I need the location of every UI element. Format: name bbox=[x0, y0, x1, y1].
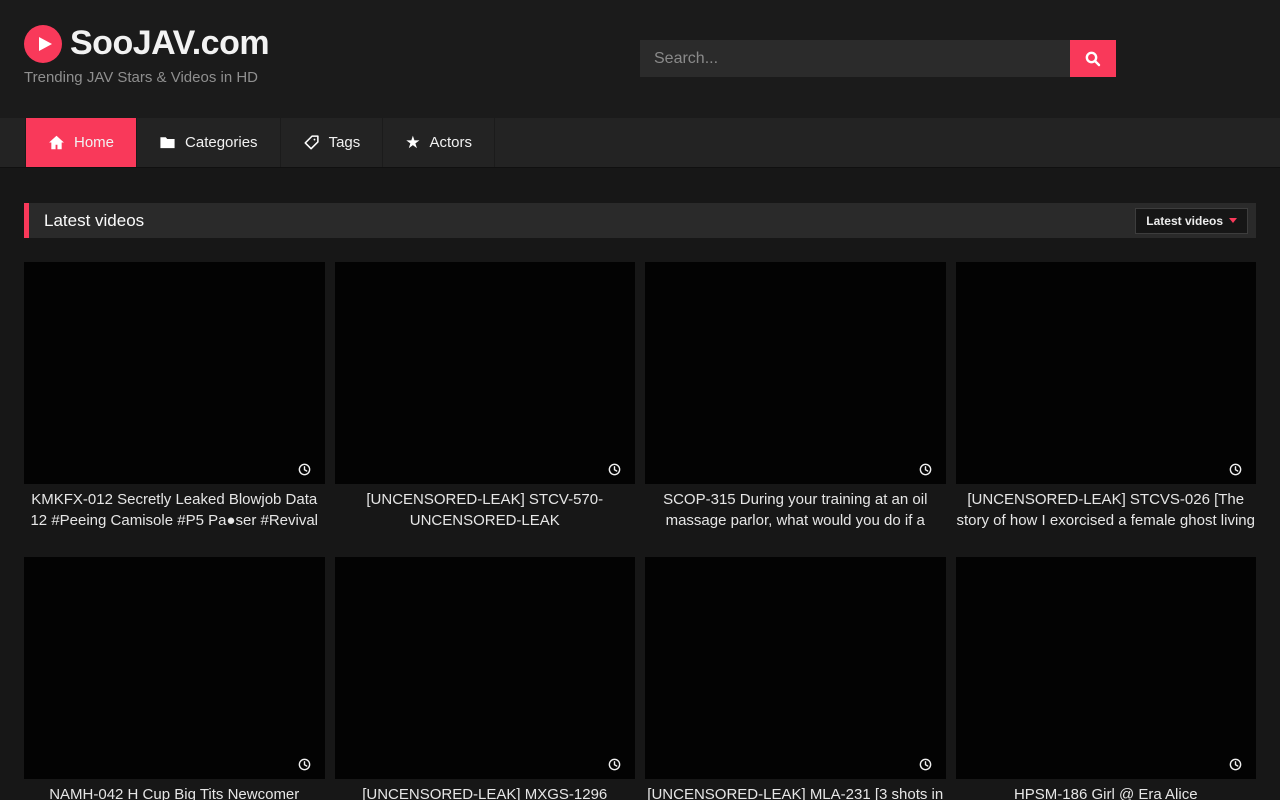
video-card[interactable]: [UNCENSORED-LEAK] MXGS-1296 Absolutely bbox=[335, 557, 636, 800]
video-title[interactable]: NAMH-042 H Cup Big Tits Newcomer (170cm … bbox=[24, 779, 325, 800]
clock-icon bbox=[1229, 463, 1242, 476]
nav-item-label: Categories bbox=[185, 134, 258, 151]
video-title[interactable]: SCOP-315 During your training at an oil … bbox=[645, 484, 946, 531]
search-icon bbox=[1084, 50, 1102, 68]
video-thumbnail[interactable] bbox=[24, 262, 325, 484]
tag-icon bbox=[303, 134, 320, 151]
video-grid: KMKFX-012 Secretly Leaked Blowjob Data 1… bbox=[0, 262, 1280, 800]
video-card[interactable]: KMKFX-012 Secretly Leaked Blowjob Data 1… bbox=[24, 262, 325, 531]
video-card[interactable]: [UNCENSORED-LEAK] STCV-570-UNCENSORED-LE… bbox=[335, 262, 636, 531]
clock-icon bbox=[608, 758, 621, 771]
nav-item-actors[interactable]: ★ Actors bbox=[383, 118, 495, 167]
folder-icon bbox=[159, 134, 176, 151]
nav-item-label: Home bbox=[74, 134, 114, 151]
video-card[interactable]: SCOP-315 During your training at an oil … bbox=[645, 262, 946, 531]
video-title[interactable]: [UNCENSORED-LEAK] STCVS-026 [The story o… bbox=[956, 484, 1257, 531]
video-thumbnail[interactable] bbox=[956, 557, 1257, 779]
video-thumbnail[interactable] bbox=[645, 262, 946, 484]
caret-down-icon bbox=[1229, 218, 1237, 223]
clock-icon bbox=[298, 463, 311, 476]
video-title[interactable]: [UNCENSORED-LEAK] MXGS-1296 Absolutely bbox=[335, 779, 636, 800]
nav-item-home[interactable]: Home bbox=[25, 118, 137, 167]
video-title[interactable]: HPSM-186 Girl @ Era Alice bbox=[956, 779, 1257, 800]
video-thumbnail[interactable] bbox=[956, 262, 1257, 484]
clock-icon bbox=[919, 463, 932, 476]
home-icon bbox=[48, 134, 65, 151]
search-button[interactable] bbox=[1070, 40, 1116, 77]
video-card[interactable]: HPSM-186 Girl @ Era Alice bbox=[956, 557, 1257, 800]
sort-dropdown[interactable]: Latest videos bbox=[1135, 208, 1248, 234]
section-title: Latest videos bbox=[44, 211, 144, 231]
video-thumbnail[interactable] bbox=[335, 557, 636, 779]
site-header: SooJAV.com Trending JAV Stars & Videos i… bbox=[0, 0, 1280, 118]
video-thumbnail[interactable] bbox=[645, 557, 946, 779]
brand-block: SooJAV.com Trending JAV Stars & Videos i… bbox=[24, 24, 269, 86]
video-title[interactable]: [UNCENSORED-LEAK] MLA-231 [3 shots in bbox=[645, 779, 946, 800]
site-logo-text: SooJAV.com bbox=[70, 24, 269, 63]
video-thumbnail[interactable] bbox=[24, 557, 325, 779]
search-form bbox=[640, 40, 1116, 77]
video-title[interactable]: KMKFX-012 Secretly Leaked Blowjob Data 1… bbox=[24, 484, 325, 531]
video-thumbnail[interactable] bbox=[335, 262, 636, 484]
video-card[interactable]: NAMH-042 H Cup Big Tits Newcomer (170cm … bbox=[24, 557, 325, 800]
nav-item-label: Actors bbox=[430, 134, 473, 151]
video-card[interactable]: [UNCENSORED-LEAK] MLA-231 [3 shots in bbox=[645, 557, 946, 800]
section-header: Latest videos Latest videos bbox=[24, 203, 1256, 238]
search-input[interactable] bbox=[640, 40, 1070, 77]
clock-icon bbox=[1229, 758, 1242, 771]
sort-dropdown-label: Latest videos bbox=[1146, 214, 1223, 228]
nav-item-categories[interactable]: Categories bbox=[137, 118, 281, 167]
play-icon bbox=[24, 25, 62, 63]
main-nav: Home Categories Tags ★ Actors bbox=[0, 118, 1280, 168]
video-title[interactable]: [UNCENSORED-LEAK] STCV-570-UNCENSORED-LE… bbox=[335, 484, 636, 531]
nav-item-tags[interactable]: Tags bbox=[281, 118, 384, 167]
video-card[interactable]: [UNCENSORED-LEAK] STCVS-026 [The story o… bbox=[956, 262, 1257, 531]
nav-item-label: Tags bbox=[329, 134, 361, 151]
logo-link[interactable]: SooJAV.com bbox=[24, 24, 269, 63]
clock-icon bbox=[919, 758, 932, 771]
star-icon: ★ bbox=[405, 134, 420, 151]
clock-icon bbox=[608, 463, 621, 476]
clock-icon bbox=[298, 758, 311, 771]
site-tagline: Trending JAV Stars & Videos in HD bbox=[24, 69, 269, 86]
